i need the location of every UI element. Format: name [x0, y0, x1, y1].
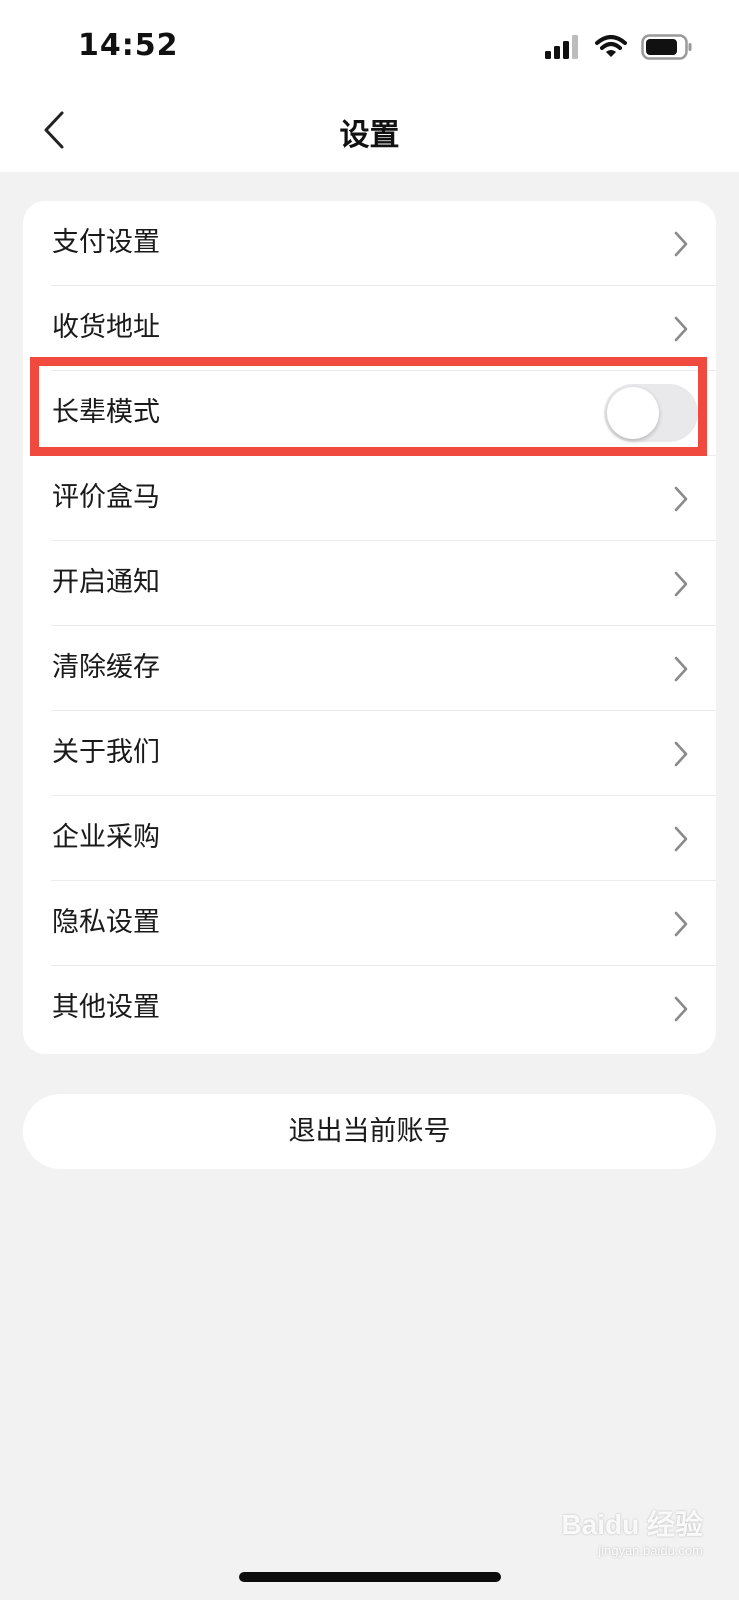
settings-item-label: 其他设置 — [52, 992, 160, 1023]
settings-item-label: 开启通知 — [52, 567, 160, 598]
settings-item-label: 企业采购 — [52, 822, 160, 853]
watermark-main-text: Baidu 经验 — [561, 1509, 703, 1540]
chevron-right-icon — [672, 229, 690, 259]
chevron-right-icon — [672, 994, 690, 1024]
settings-item-label: 评价盒马 — [52, 482, 160, 513]
settings-item-rate[interactable]: 评价盒马 — [23, 456, 716, 541]
status-bar: 14:52 — [0, 0, 739, 90]
signal-icon — [545, 35, 581, 63]
settings-item-enterprise[interactable]: 企业采购 — [23, 796, 716, 881]
chevron-right-icon — [672, 569, 690, 599]
logout-button[interactable]: 退出当前账号 — [23, 1094, 716, 1169]
settings-item-label: 关于我们 — [52, 737, 160, 768]
status-icons — [545, 34, 693, 64]
wifi-icon — [595, 35, 627, 63]
settings-item-other[interactable]: 其他设置 — [23, 966, 716, 1051]
settings-item-privacy[interactable]: 隐私设置 — [23, 881, 716, 966]
settings-item-label: 隐私设置 — [52, 907, 160, 938]
chevron-right-icon — [672, 909, 690, 939]
settings-item-about[interactable]: 关于我们 — [23, 711, 716, 796]
status-time: 14:52 — [78, 28, 179, 63]
chevron-right-icon — [672, 824, 690, 854]
settings-item-label: 清除缓存 — [52, 652, 160, 683]
settings-item-payment[interactable]: 支付设置 — [23, 201, 716, 286]
chevron-right-icon — [672, 484, 690, 514]
settings-list: 支付设置 收货地址 长辈模式 评价盒马 开启通知 清除缓存 关于我们 企业采购 … — [23, 201, 716, 1054]
watermark-sub-text: jingyan.baidu.com — [598, 1543, 703, 1558]
nav-bar: 设置 — [0, 90, 739, 172]
page-title: 设置 — [339, 118, 400, 153]
chevron-right-icon — [672, 739, 690, 769]
highlight-annotation — [30, 357, 707, 456]
chevron-right-icon — [672, 654, 690, 684]
settings-item-clear-cache[interactable]: 清除缓存 — [23, 626, 716, 711]
settings-item-label: 支付设置 — [52, 227, 160, 258]
battery-icon — [641, 34, 693, 64]
home-indicator[interactable] — [239, 1572, 501, 1582]
settings-item-label: 收货地址 — [52, 312, 160, 343]
baidu-jingyan-watermark: Baidu 经验 jingyan.baidu.com — [561, 1503, 703, 1558]
chevron-right-icon — [672, 314, 690, 344]
settings-item-notifications[interactable]: 开启通知 — [23, 541, 716, 626]
